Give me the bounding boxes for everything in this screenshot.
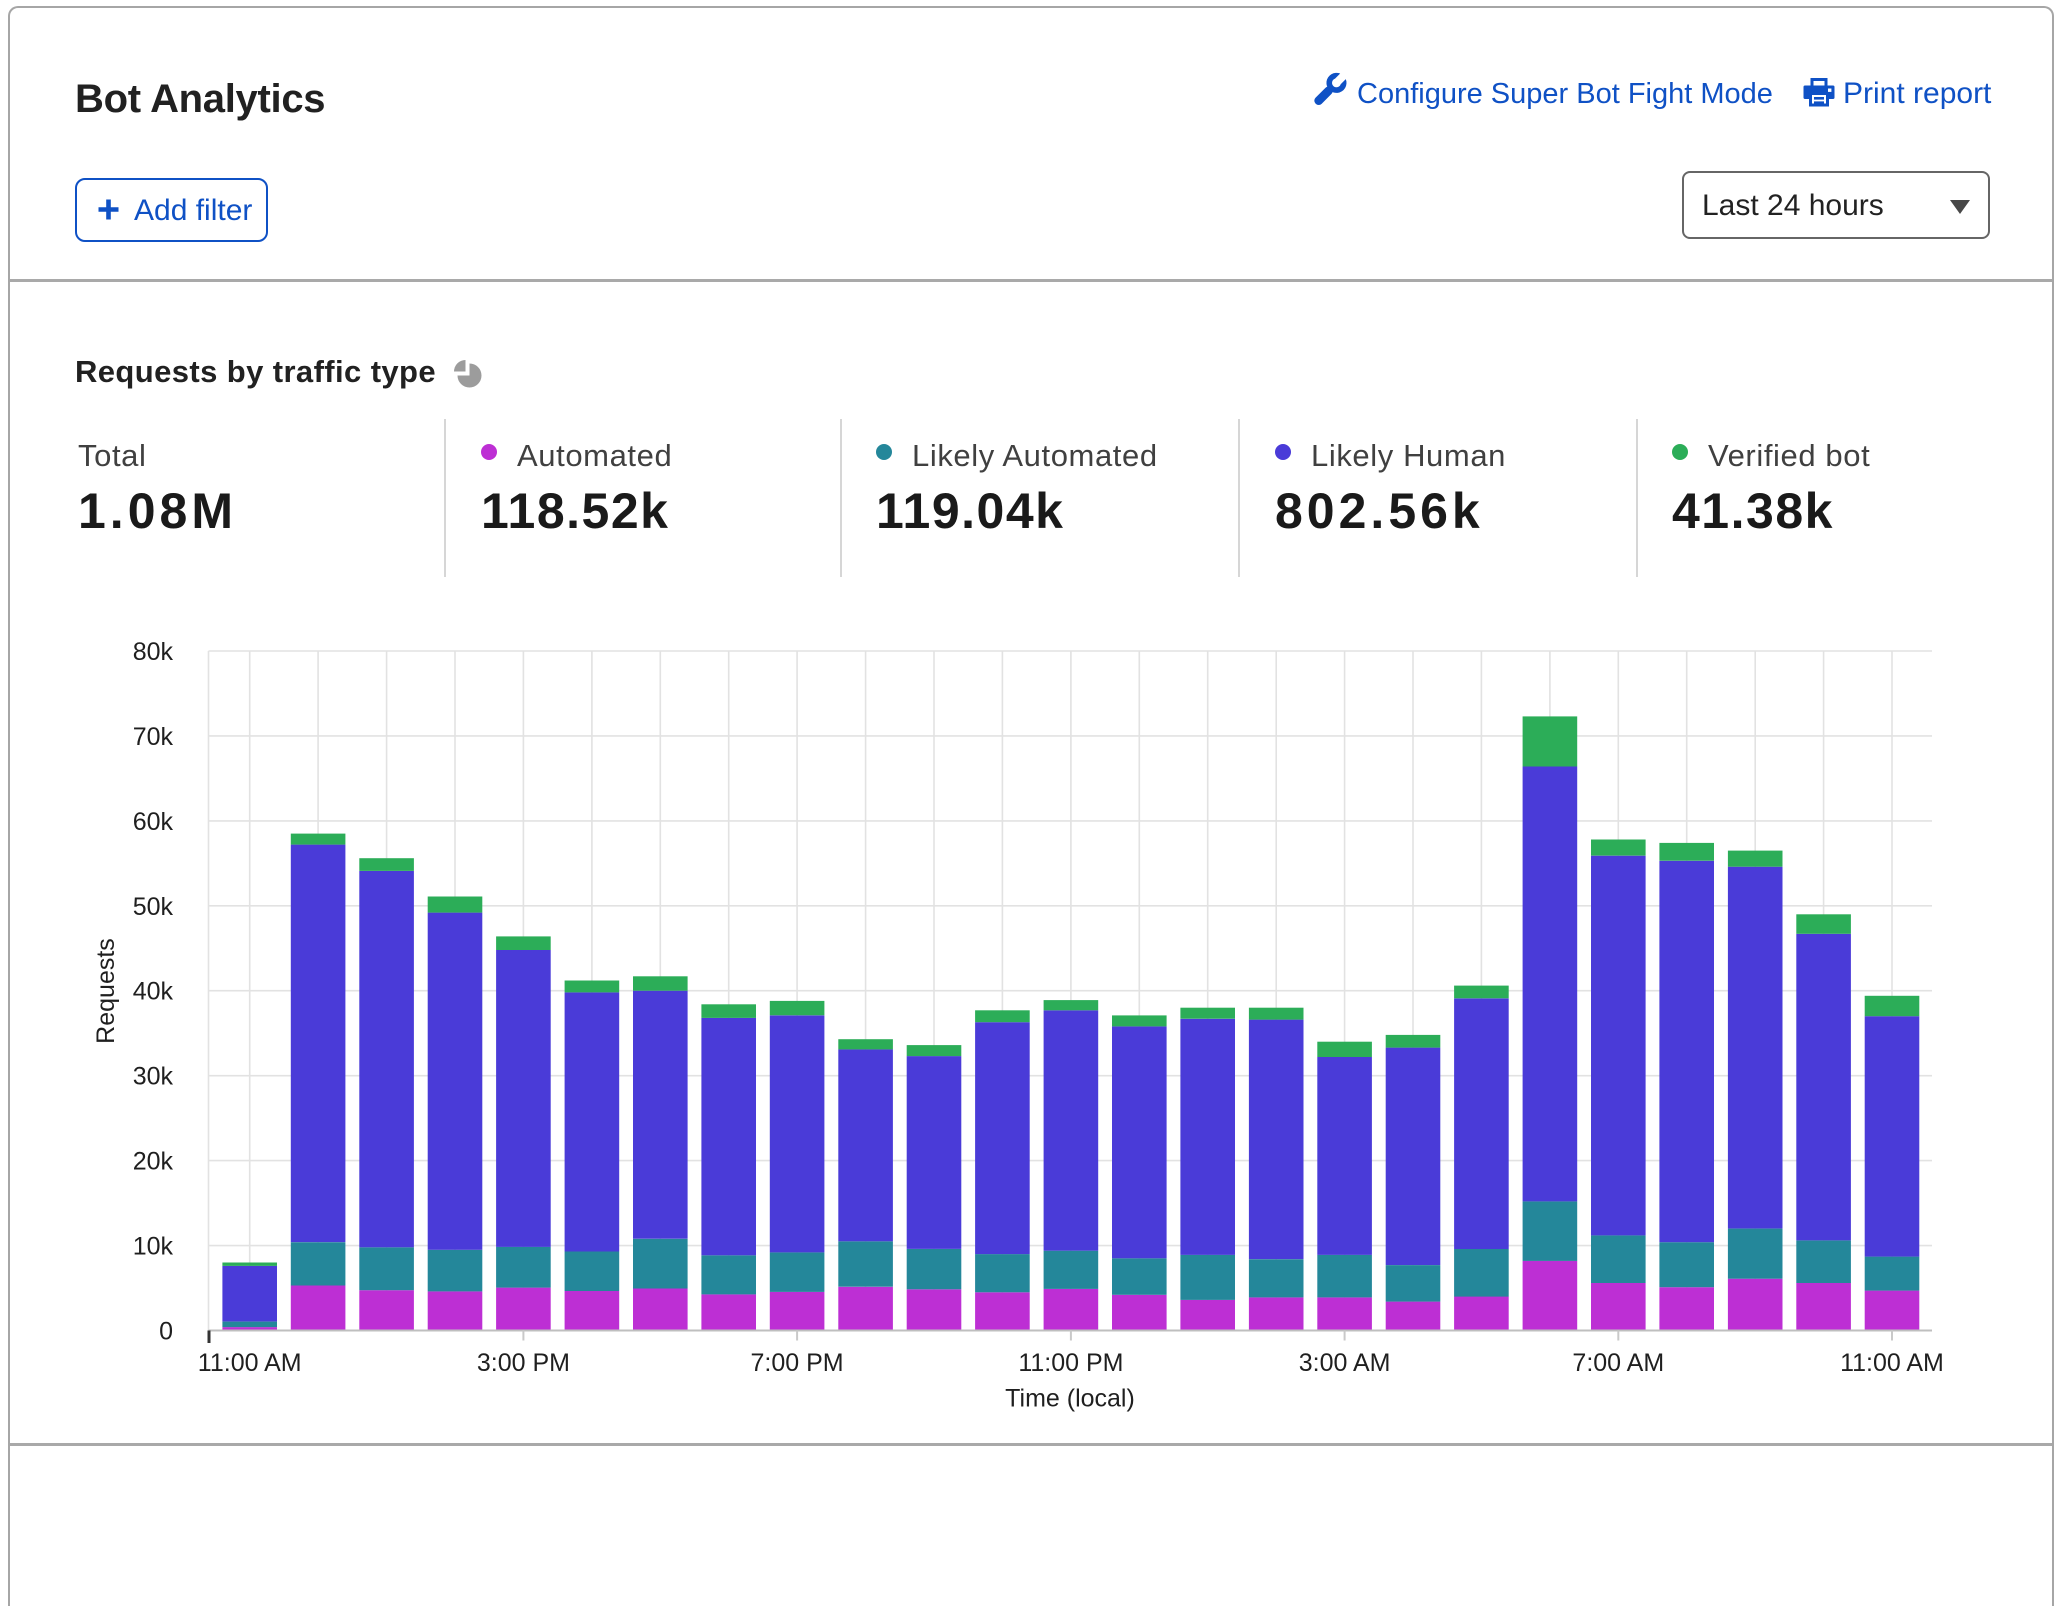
svg-text:60k: 60k	[133, 808, 174, 836]
svg-text:11:00 AM: 11:00 AM	[1840, 1349, 1944, 1377]
svg-text:80k: 80k	[133, 638, 174, 666]
svg-text:3:00 AM: 3:00 AM	[1299, 1349, 1391, 1377]
svg-text:11:00 PM: 11:00 PM	[1018, 1349, 1123, 1377]
svg-text:10k: 10k	[133, 1233, 174, 1261]
svg-text:70k: 70k	[133, 723, 174, 751]
svg-text:7:00 PM: 7:00 PM	[751, 1349, 844, 1377]
svg-text:0: 0	[159, 1318, 173, 1346]
svg-text:50k: 50k	[133, 893, 174, 921]
svg-text:40k: 40k	[133, 978, 174, 1006]
svg-text:11:00 AM: 11:00 AM	[198, 1349, 302, 1377]
svg-text:30k: 30k	[133, 1063, 174, 1091]
svg-text:Time (local): Time (local)	[1005, 1385, 1135, 1413]
svg-text:3:00 PM: 3:00 PM	[477, 1349, 570, 1377]
svg-text:7:00 AM: 7:00 AM	[1572, 1349, 1664, 1377]
svg-text:20k: 20k	[133, 1148, 174, 1176]
svg-text:Requests: Requests	[92, 938, 120, 1044]
